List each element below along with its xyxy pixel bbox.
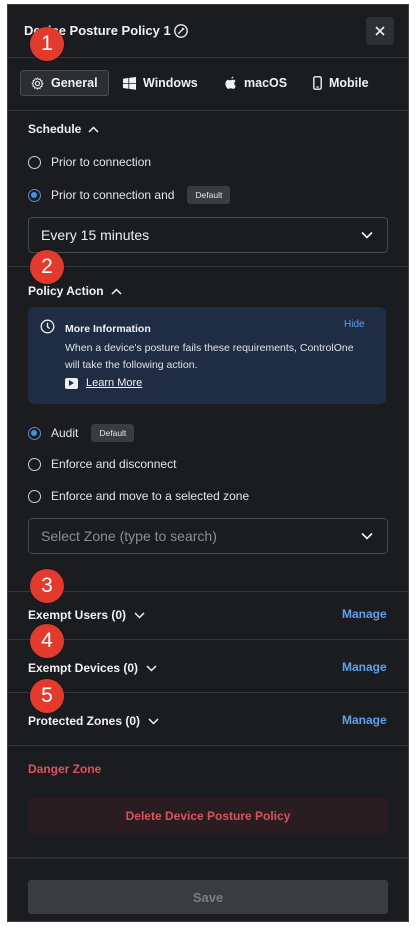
exempt-users-toggle[interactable]: Exempt Users (0) <box>28 608 145 622</box>
exempt-devices-toggle[interactable]: Exempt Devices (0) <box>28 661 157 675</box>
tab-mobile[interactable]: Mobile <box>313 70 369 96</box>
info-title: More Information <box>65 323 151 335</box>
policy-panel: Device Posture Policy 1 General Windows … <box>7 4 409 922</box>
radio-button[interactable] <box>28 457 41 471</box>
exempt-devices-label: Exempt Devices (0) <box>28 661 139 675</box>
action-option-enforce-label: Enforce and disconnect <box>51 457 177 471</box>
delete-policy-button[interactable]: Delete Device Posture Policy <box>28 798 388 833</box>
schedule-option-prior[interactable]: Prior to connection <box>28 155 151 169</box>
chevron-down-icon <box>134 611 145 619</box>
chevron-down-icon <box>146 664 157 672</box>
tab-mobile-label: Mobile <box>329 76 369 90</box>
marker-4: 4 <box>30 624 64 658</box>
marker-5: 5 <box>30 679 64 713</box>
policy-action-toggle[interactable]: Policy Action <box>28 284 122 298</box>
marker-2: 2 <box>30 250 64 284</box>
hide-link[interactable]: Hide <box>344 319 365 330</box>
tab-bar: General Windows macOS Mobile <box>8 57 408 111</box>
schedule-toggle[interactable]: Schedule <box>28 122 99 136</box>
section-divider <box>8 591 408 592</box>
tab-macos-label: macOS <box>244 76 288 90</box>
action-option-audit-label: Audit <box>51 426 79 440</box>
mobile-icon <box>313 76 322 90</box>
danger-zone-title: Danger Zone <box>28 762 102 776</box>
panel-header: Device Posture Policy 1 <box>8 5 408 57</box>
tab-general-label: General <box>51 76 98 90</box>
protected-zones-toggle[interactable]: Protected Zones (0) <box>28 714 159 728</box>
tab-general[interactable]: General <box>20 70 109 96</box>
edit-icon[interactable] <box>173 23 189 39</box>
default-badge: Default <box>91 424 135 442</box>
radio-button[interactable] <box>28 489 41 503</box>
section-divider <box>8 266 408 267</box>
clock-icon <box>40 319 55 334</box>
close-icon <box>375 26 385 36</box>
more-information-box: More Information Hide When a device's po… <box>28 307 386 404</box>
manage-protected-zones-link[interactable]: Manage <box>342 713 387 727</box>
default-badge: Default <box>187 186 231 204</box>
radio-button-selected[interactable] <box>28 426 41 440</box>
close-button[interactable] <box>366 17 394 45</box>
section-divider <box>8 692 408 693</box>
policy-action-title: Policy Action <box>28 284 104 298</box>
schedule-option-prior-label: Prior to connection <box>51 155 152 169</box>
action-option-enforce[interactable]: Enforce and disconnect <box>28 457 176 471</box>
chevron-down-icon <box>361 532 373 540</box>
action-option-audit[interactable]: Audit Default <box>28 424 135 442</box>
chevron-down-icon <box>361 231 373 239</box>
radio-button-selected[interactable] <box>28 188 41 202</box>
save-button[interactable]: Save <box>28 880 388 914</box>
action-option-move-label: Enforce and move to a selected zone <box>51 489 250 503</box>
manage-exempt-devices-link[interactable]: Manage <box>342 660 387 674</box>
zone-select-placeholder: Select Zone (type to search) <box>41 528 217 544</box>
learn-more-label: Learn More <box>86 377 143 389</box>
interval-value: Every 15 minutes <box>41 227 150 243</box>
play-icon <box>65 377 78 389</box>
protected-zones-label: Protected Zones (0) <box>28 714 141 728</box>
learn-more-link[interactable]: Learn More <box>65 377 142 389</box>
apple-icon <box>225 76 236 89</box>
tab-windows-label: Windows <box>143 76 198 90</box>
windows-icon <box>123 76 136 90</box>
chevron-up-icon <box>88 125 99 133</box>
section-divider <box>8 745 408 746</box>
interval-select[interactable]: Every 15 minutes <box>28 217 388 253</box>
footer-divider <box>8 857 408 859</box>
action-option-move[interactable]: Enforce and move to a selected zone <box>28 489 249 503</box>
manage-exempt-users-link[interactable]: Manage <box>342 607 387 621</box>
marker-1: 1 <box>30 27 64 61</box>
zone-select[interactable]: Select Zone (type to search) <box>28 518 388 554</box>
schedule-option-prior-and[interactable]: Prior to connection and Default <box>28 186 231 204</box>
tab-macos[interactable]: macOS <box>225 70 287 96</box>
schedule-option-prior-and-label: Prior to connection and <box>51 188 175 202</box>
chevron-up-icon <box>111 287 122 295</box>
gear-icon <box>31 76 44 90</box>
exempt-users-label: Exempt Users (0) <box>28 608 127 622</box>
radio-button[interactable] <box>28 155 41 169</box>
schedule-title: Schedule <box>28 122 82 136</box>
tab-windows[interactable]: Windows <box>123 70 198 96</box>
section-divider <box>8 639 408 640</box>
info-text: When a device's posture fails these requ… <box>65 342 354 371</box>
marker-3: 3 <box>30 569 64 603</box>
chevron-down-icon <box>148 717 159 725</box>
